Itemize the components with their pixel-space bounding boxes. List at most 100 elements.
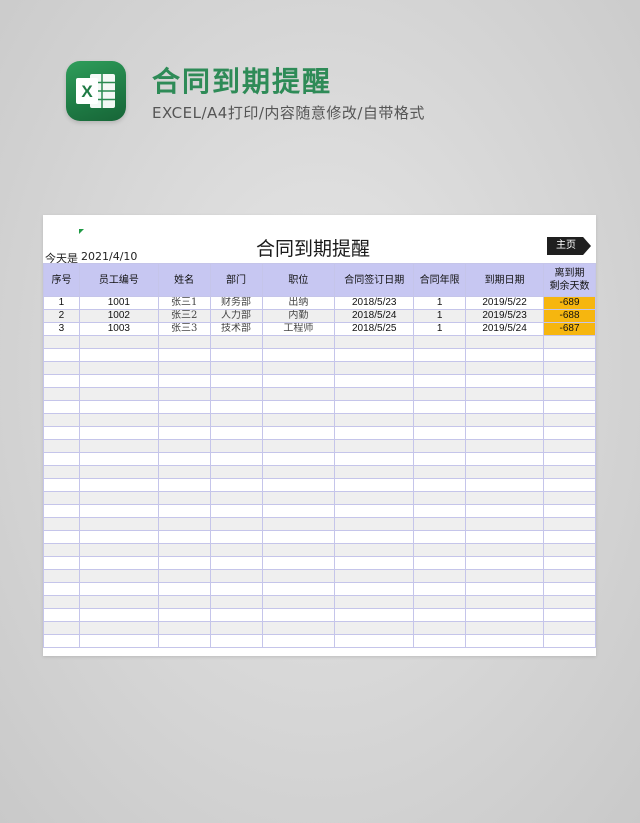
empty-cell[interactable] — [157, 400, 211, 414]
empty-cell[interactable] — [43, 348, 80, 362]
empty-cell[interactable] — [209, 426, 263, 440]
empty-cell[interactable] — [261, 556, 336, 570]
empty-cell[interactable] — [209, 374, 263, 388]
empty-cell[interactable] — [261, 517, 336, 531]
cell-name[interactable]: 张三2 — [157, 309, 211, 323]
empty-cell[interactable] — [413, 621, 467, 635]
empty-cell[interactable] — [43, 491, 80, 505]
empty-cell[interactable] — [43, 465, 80, 479]
empty-cell[interactable] — [43, 634, 80, 648]
empty-cell[interactable] — [43, 439, 80, 453]
empty-cell[interactable] — [209, 335, 263, 349]
cell-no[interactable]: 2 — [43, 309, 80, 323]
empty-cell[interactable] — [413, 556, 467, 570]
empty-cell[interactable] — [542, 569, 596, 583]
empty-cell[interactable] — [542, 348, 596, 362]
empty-cell[interactable] — [209, 569, 263, 583]
empty-cell[interactable] — [542, 621, 596, 635]
empty-cell[interactable] — [209, 439, 263, 453]
empty-cell[interactable] — [465, 491, 544, 505]
empty-cell[interactable] — [261, 504, 336, 518]
empty-cell[interactable] — [43, 556, 80, 570]
empty-cell[interactable] — [209, 621, 263, 635]
home-button[interactable]: 主页 — [547, 237, 591, 255]
empty-cell[interactable] — [43, 413, 80, 427]
col-due-date-header[interactable]: 到期日期 — [465, 263, 544, 297]
empty-cell[interactable] — [413, 595, 467, 609]
empty-cell[interactable] — [542, 530, 596, 544]
empty-cell[interactable] — [209, 478, 263, 492]
empty-cell[interactable] — [542, 504, 596, 518]
col-remaining-days-header[interactable]: 离到期 剩余天数 — [542, 263, 596, 297]
empty-cell[interactable] — [78, 530, 159, 544]
empty-cell[interactable] — [334, 595, 415, 609]
empty-cell[interactable] — [413, 530, 467, 544]
empty-cell[interactable] — [465, 517, 544, 531]
col-name-header[interactable]: 姓名 — [157, 263, 211, 297]
empty-cell[interactable] — [261, 595, 336, 609]
empty-cell[interactable] — [413, 426, 467, 440]
empty-cell[interactable] — [43, 595, 80, 609]
empty-cell[interactable] — [542, 374, 596, 388]
empty-cell[interactable] — [157, 439, 211, 453]
empty-cell[interactable] — [542, 608, 596, 622]
empty-cell[interactable] — [157, 387, 211, 401]
empty-cell[interactable] — [78, 361, 159, 375]
cell-no[interactable]: 1 — [43, 296, 80, 310]
cell-position[interactable]: 工程师 — [261, 322, 336, 336]
empty-cell[interactable] — [43, 335, 80, 349]
empty-cell[interactable] — [261, 400, 336, 414]
cell-dept[interactable]: 人力部 — [209, 309, 263, 323]
empty-cell[interactable] — [78, 556, 159, 570]
empty-cell[interactable] — [43, 374, 80, 388]
empty-cell[interactable] — [334, 582, 415, 596]
empty-cell[interactable] — [334, 517, 415, 531]
empty-cell[interactable] — [413, 504, 467, 518]
empty-cell[interactable] — [334, 348, 415, 362]
col-emp-id-header[interactable]: 员工编号 — [78, 263, 159, 297]
cell-years[interactable]: 1 — [413, 309, 467, 323]
empty-cell[interactable] — [157, 465, 211, 479]
empty-cell[interactable] — [261, 478, 336, 492]
empty-cell[interactable] — [157, 374, 211, 388]
cell-due-date[interactable]: 2019/5/23 — [465, 309, 544, 323]
empty-cell[interactable] — [78, 582, 159, 596]
empty-cell[interactable] — [261, 361, 336, 375]
cell-dept[interactable]: 技术部 — [209, 322, 263, 336]
empty-cell[interactable] — [78, 608, 159, 622]
empty-cell[interactable] — [542, 387, 596, 401]
cell-position[interactable]: 出纳 — [261, 296, 336, 310]
empty-cell[interactable] — [465, 530, 544, 544]
empty-cell[interactable] — [78, 465, 159, 479]
empty-cell[interactable] — [542, 426, 596, 440]
cell-name[interactable]: 张三3 — [157, 322, 211, 336]
empty-cell[interactable] — [334, 452, 415, 466]
empty-cell[interactable] — [209, 491, 263, 505]
empty-cell[interactable] — [43, 517, 80, 531]
empty-cell[interactable] — [43, 361, 80, 375]
empty-cell[interactable] — [78, 387, 159, 401]
empty-cell[interactable] — [43, 569, 80, 583]
empty-cell[interactable] — [261, 530, 336, 544]
empty-cell[interactable] — [209, 595, 263, 609]
cell-sign-date[interactable]: 2018/5/23 — [334, 296, 415, 310]
empty-cell[interactable] — [209, 517, 263, 531]
empty-cell[interactable] — [209, 504, 263, 518]
empty-cell[interactable] — [465, 621, 544, 635]
empty-cell[interactable] — [413, 491, 467, 505]
empty-cell[interactable] — [465, 426, 544, 440]
empty-cell[interactable] — [43, 530, 80, 544]
empty-cell[interactable] — [157, 517, 211, 531]
cell-sign-date[interactable]: 2018/5/25 — [334, 322, 415, 336]
empty-cell[interactable] — [465, 504, 544, 518]
empty-cell[interactable] — [261, 413, 336, 427]
empty-cell[interactable] — [157, 569, 211, 583]
empty-cell[interactable] — [78, 569, 159, 583]
empty-cell[interactable] — [209, 608, 263, 622]
empty-cell[interactable] — [465, 400, 544, 414]
empty-cell[interactable] — [334, 634, 415, 648]
empty-cell[interactable] — [157, 621, 211, 635]
empty-cell[interactable] — [43, 608, 80, 622]
empty-cell[interactable] — [334, 530, 415, 544]
empty-cell[interactable] — [157, 582, 211, 596]
